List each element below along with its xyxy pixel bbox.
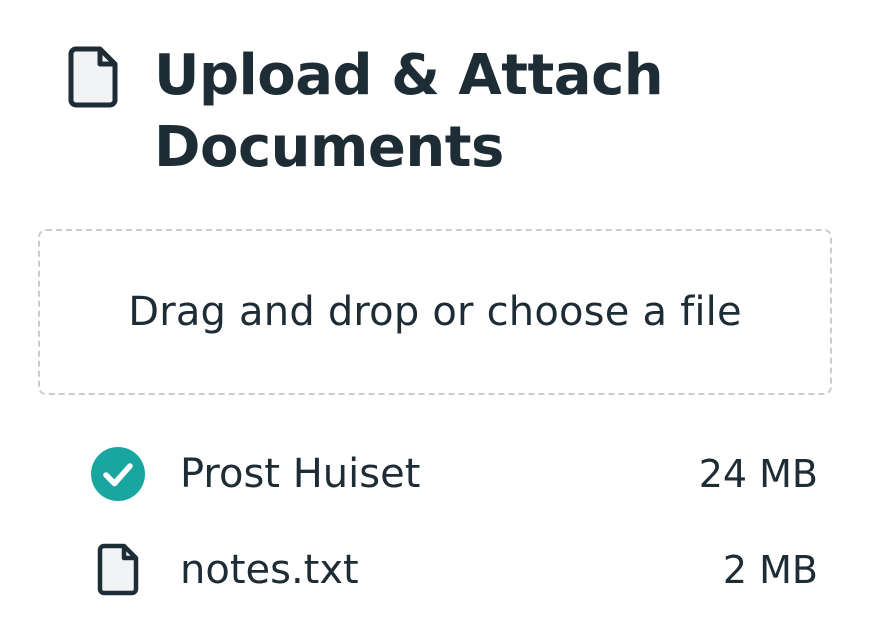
file-name: Prost Huiset — [180, 451, 421, 497]
dropzone-label: Drag and drop or choose a file — [128, 289, 742, 335]
file-dropzone[interactable]: Drag and drop or choose a file — [38, 229, 832, 395]
file-size: 24 MB — [698, 452, 818, 496]
page-title-line-2: Documents — [154, 115, 504, 180]
file-size: 2 MB — [722, 548, 818, 592]
file-list-item[interactable]: Prost Huiset 24 MB — [88, 436, 818, 512]
file-icon — [68, 46, 118, 108]
page-title: Upload & Attach Documents — [154, 40, 664, 184]
page-title-line-1: Upload & Attach — [154, 43, 664, 108]
page-header: Upload & Attach Documents — [68, 40, 828, 184]
file-icon — [88, 540, 148, 600]
file-list: Prost Huiset 24 MB notes.txt 2 MB — [88, 436, 818, 628]
check-circle-icon — [88, 444, 148, 504]
file-name: notes.txt — [180, 547, 359, 593]
file-list-item[interactable]: notes.txt 2 MB — [88, 532, 818, 608]
